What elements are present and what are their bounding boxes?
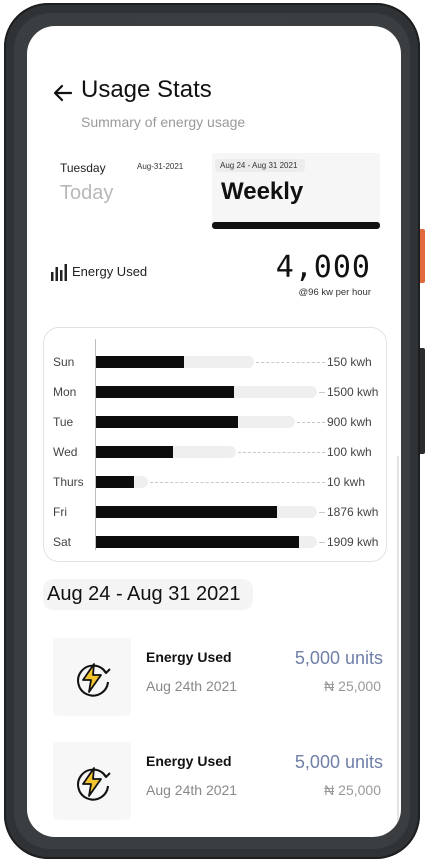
chart-bar: [96, 416, 238, 428]
chart-leader-line: [319, 512, 325, 513]
chart-value-label: 10 kwh: [327, 475, 366, 489]
tab-today-day: Tuesday: [60, 161, 106, 175]
side-button-volume[interactable]: [420, 348, 425, 454]
record-units: 5,000 units: [294, 752, 383, 772]
scrollbar[interactable]: [397, 456, 399, 836]
list-item[interactable]: Energy Used Aug 24th 2021 5,000 units ₦ …: [53, 742, 383, 822]
chart-value-label: 150 kwh: [327, 355, 372, 369]
chart-category-label: Fri: [53, 505, 67, 519]
list-item[interactable]: Energy Used Aug 24th 2021 5,000 units ₦ …: [53, 638, 383, 718]
chart-category-label: Thurs: [53, 475, 84, 489]
record-date: Aug 24th 2021: [146, 678, 238, 694]
chart-leader-line: [256, 362, 325, 363]
tab-today-date: Aug-31-2021: [137, 162, 184, 171]
chart-leader-line: [238, 452, 325, 453]
bar-chart-icon: [51, 264, 67, 281]
tab-today[interactable]: Tuesday Aug-31-2021 Today: [55, 156, 203, 226]
side-button-power[interactable]: [420, 229, 425, 283]
chart-value-label: 1500 kwh: [327, 385, 379, 399]
page-subtitle: Summary of energy usage: [81, 114, 246, 130]
tab-weekly[interactable]: Aug 24 - Aug 31 2021 Weekly: [212, 153, 380, 223]
chart-category-label: Mon: [53, 385, 77, 399]
record-icon-box: [53, 742, 131, 820]
chart-bar: [96, 476, 134, 488]
chart-bar: [96, 506, 277, 518]
chart-value-label: 1909 kwh: [327, 535, 379, 549]
tab-active-indicator: [212, 222, 380, 229]
page-title: Usage Stats: [81, 76, 212, 103]
chart-bar: [96, 386, 234, 398]
arrow-left-icon[interactable]: [51, 81, 75, 105]
chart-leader-line: [319, 542, 325, 543]
chart-value-label: 900 kwh: [327, 415, 372, 429]
app-screen: Usage Stats Summary of energy usage Tues…: [27, 26, 401, 837]
record-amount: ₦ 25,000: [324, 782, 381, 798]
period-label: Aug 24 - Aug 31 2021: [43, 579, 253, 610]
tab-weekly-range: Aug 24 - Aug 31 2021: [215, 159, 306, 172]
chart-leader-line: [297, 422, 325, 423]
record-date: Aug 24th 2021: [146, 782, 238, 798]
chart-category-label: Wed: [53, 445, 78, 459]
chart-category-label: Sat: [53, 535, 72, 549]
record-units: 5,000 units: [294, 648, 383, 668]
chart-value-label: 100 kwh: [327, 445, 372, 459]
tab-weekly-label: Weekly: [221, 178, 304, 205]
chart-bar: [96, 446, 173, 458]
chart-leader-line: [319, 392, 325, 393]
record-name: Energy Used: [146, 753, 232, 769]
lightning-bolt-icon: [77, 663, 111, 697]
tab-today-label: Today: [60, 182, 114, 204]
chart-leader-line: [150, 482, 325, 483]
chart-bar: [96, 356, 184, 368]
chart-axis: [95, 339, 96, 550]
energy-used-value: 4,000: [275, 250, 371, 285]
chart-category-label: Tue: [53, 415, 74, 429]
lightning-bolt-icon: [77, 767, 111, 801]
chart-category-label: Sun: [53, 355, 75, 369]
energy-used-rate: @96 kw per hour: [298, 287, 371, 298]
record-name: Energy Used: [146, 649, 232, 665]
energy-used-label: Energy Used: [72, 264, 148, 279]
record-icon-box: [53, 638, 131, 716]
record-amount: ₦ 25,000: [324, 678, 381, 694]
chart-bar: [96, 536, 299, 548]
chart-value-label: 1876 kwh: [327, 505, 379, 519]
